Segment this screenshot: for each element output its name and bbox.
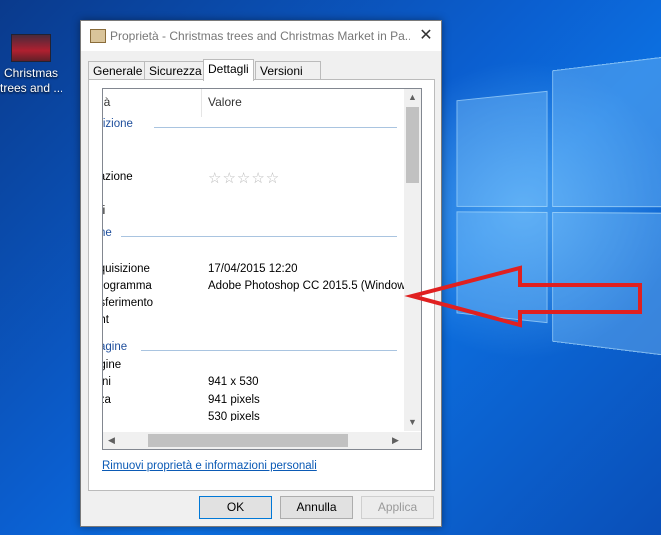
scroll-right-arrow-icon[interactable]: ▶: [387, 432, 404, 449]
rating-stars[interactable]: ☆☆☆☆☆: [208, 169, 280, 187]
property-name: zza: [103, 394, 111, 406]
property-value: 17/04/2015 12:20: [208, 263, 298, 275]
ok-button[interactable]: OK: [199, 496, 272, 519]
property-value: 941 pixels: [208, 394, 260, 406]
cancel-button[interactable]: Annulla: [280, 496, 353, 519]
list-item[interactable]: [103, 246, 403, 263]
list-item[interactable]: nti: [103, 205, 403, 222]
property-value: 530 pixels: [208, 411, 260, 421]
remove-properties-link[interactable]: Rimuovi proprietà e informazioni persona…: [102, 460, 317, 472]
property-value: Adobe Photoshop CC 2015.5 (Windows): [208, 280, 416, 292]
group-label: rizione: [102, 118, 133, 130]
property-name: ght: [103, 314, 109, 326]
list-item[interactable]: cquisizione 17/04/2015 12:20: [103, 263, 403, 280]
column-header-property[interactable]: ià: [103, 95, 110, 109]
list-item[interactable]: [103, 137, 403, 154]
column-header-value[interactable]: Valore: [208, 95, 242, 109]
scrollbar-corner: [404, 432, 421, 449]
list-item[interactable]: ioni 941 x 530: [103, 376, 403, 393]
title-bar[interactable]: Proprietà - Christmas trees and Christma…: [81, 21, 441, 51]
window-title: Proprietà - Christmas trees and Christma…: [110, 29, 410, 43]
property-name: agine: [103, 359, 122, 371]
property-name: o: [103, 154, 199, 166]
property-name: cquisizione: [103, 263, 150, 275]
close-button[interactable]: ✕: [411, 21, 441, 51]
details-panel: ià Valore rizione o cazione☆☆☆☆☆ nti ne …: [88, 79, 435, 491]
tab-versioni-precedenti[interactable]: Versioni precedenti: [255, 61, 322, 96]
tab-dettagli[interactable]: Dettagli: [203, 59, 254, 81]
list-item[interactable]: programma Adobe Photoshop CC 2015.5 (Wind…: [103, 280, 415, 297]
scroll-up-arrow-icon[interactable]: ▲: [404, 89, 421, 106]
list-item[interactable]: cazione ☆☆☆☆☆: [103, 169, 403, 188]
group-header: agine: [103, 341, 399, 358]
property-name: asferimento: [103, 297, 154, 309]
file-icon: [90, 29, 106, 43]
property-name: programma: [103, 280, 152, 292]
vertical-scrollbar[interactable]: ▲ ▼: [404, 89, 421, 431]
list-item[interactable]: zza 941 pixels: [103, 394, 403, 411]
list-item[interactable]: asferimento: [103, 297, 403, 314]
list-item[interactable]: 530 pixels: [103, 411, 403, 421]
group-header: rizione: [102, 118, 399, 135]
desktop-icon-label-1: Christmas: [3, 66, 58, 80]
vertical-scroll-thumb[interactable]: [406, 107, 419, 183]
property-name: nti: [102, 205, 106, 217]
windows-logo-wallpaper: [456, 54, 661, 358]
group-header: ne: [103, 227, 399, 244]
apply-button[interactable]: Applica: [361, 496, 434, 519]
property-list[interactable]: ià Valore rizione o cazione☆☆☆☆☆ nti ne …: [102, 88, 422, 450]
column-divider[interactable]: [201, 89, 202, 117]
desktop-file-icon[interactable]: Christmas trees and ...: [0, 30, 62, 96]
horizontal-scrollbar[interactable]: ◀ ▶: [103, 432, 404, 449]
horizontal-scroll-thumb[interactable]: [148, 434, 348, 447]
list-item[interactable]: [103, 188, 403, 205]
property-name: cazione: [103, 171, 133, 183]
desktop-icon-label-2: trees and ...: [0, 81, 62, 95]
tab-generale[interactable]: Generale: [88, 61, 148, 80]
property-value: 941 x 530: [208, 376, 259, 388]
list-item[interactable]: agine: [103, 359, 403, 376]
image-thumbnail-icon: [11, 34, 51, 62]
list-header: ià Valore: [103, 89, 403, 118]
properties-dialog: Proprietà - Christmas trees and Christma…: [80, 20, 442, 527]
group-label: agine: [103, 341, 128, 353]
group-label: ne: [103, 227, 112, 239]
tab-sicurezza[interactable]: Sicurezza: [144, 61, 207, 80]
scroll-left-arrow-icon[interactable]: ◀: [103, 432, 120, 449]
list-item[interactable]: ght: [103, 314, 403, 331]
scroll-down-arrow-icon[interactable]: ▼: [404, 414, 421, 431]
property-name: ioni: [102, 376, 111, 388]
